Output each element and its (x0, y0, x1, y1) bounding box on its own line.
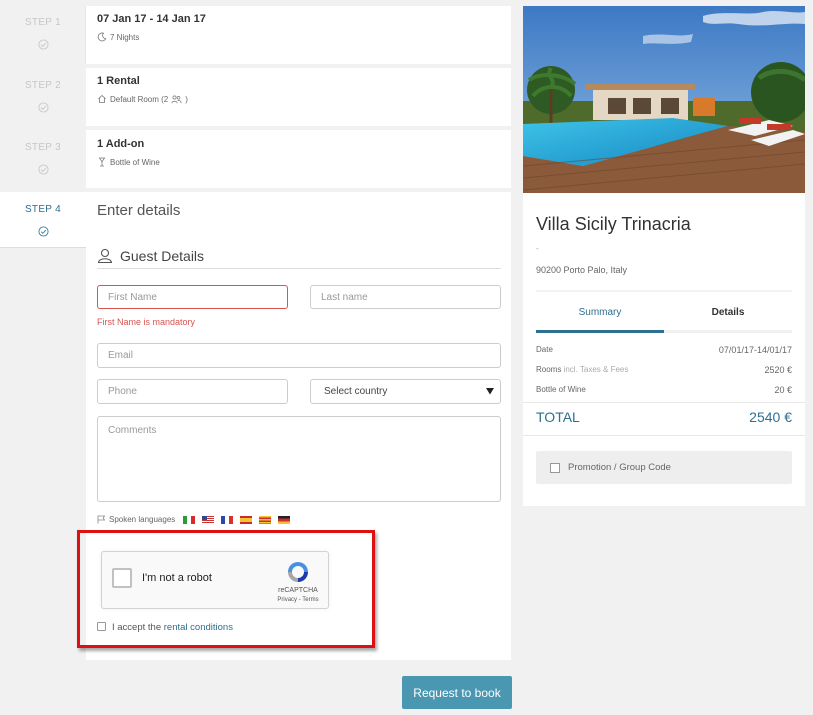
step-3-card[interactable]: 1 Add-on Bottle of Wine (86, 130, 511, 188)
step-4-check-icon (0, 224, 86, 242)
total-top-divider (523, 402, 805, 403)
recaptcha-logo-icon (288, 562, 308, 582)
spoken-languages-label: Spoken languages (109, 515, 176, 524)
step-3-subtitle-row: Bottle of Wine (97, 157, 160, 167)
step-2-check-icon (0, 100, 86, 118)
step-1-subtitle-row: 7 Nights (97, 32, 139, 42)
comments-textarea[interactable]: Comments (97, 416, 501, 502)
step-1-label-box (0, 6, 86, 64)
flag-germany-icon (278, 515, 291, 524)
spoken-languages-row: Spoken languages (97, 515, 291, 524)
property-name: Villa Sicily Trinacria (536, 214, 691, 234)
step-2-title: 1 Rental (97, 75, 140, 87)
step-2-card[interactable]: 1 Rental Default Room (2 ) (86, 68, 511, 126)
step-3-subtitle: Bottle of Wine (110, 157, 160, 167)
rooms-value: 2520 € (764, 365, 792, 375)
rental-conditions-link[interactable]: rental conditions (164, 622, 233, 633)
recaptcha-widget[interactable]: I'm not a robot reCAPTCHA Privacy - Term… (101, 551, 329, 609)
flag-spain-icon (240, 515, 253, 524)
promo-label: Promotion / Group Code (568, 462, 671, 473)
address-divider (536, 290, 792, 292)
step-1-title: 07 Jan 17 - 14 Jan 17 (97, 13, 206, 25)
date-value: 07/01/17-14/01/17 (718, 345, 792, 355)
tab-summary[interactable]: Summary (536, 307, 664, 318)
house-icon (98, 94, 106, 103)
step-4-label: STEP 4 (24, 204, 62, 215)
step-2-subtitle: Default Room (2 (110, 94, 169, 104)
terms-prefix: I accept the (112, 622, 162, 633)
summary-wine-row: Bottle of Wine 20 € (536, 385, 792, 395)
property-dash: - (536, 244, 539, 253)
guests-icon (171, 95, 182, 103)
flag-outline-icon (97, 515, 106, 524)
moon-icon (97, 32, 107, 42)
rooms-note: incl. Taxes & Fees (563, 365, 629, 374)
step-1-card[interactable]: 07 Jan 17 - 14 Jan 17 7 Nights (86, 6, 511, 64)
step-3-check-icon (0, 162, 86, 180)
country-select-value: Select country (324, 386, 388, 397)
step-4-title: Enter details (97, 202, 181, 219)
step-1-check-icon (0, 37, 86, 55)
recaptcha-label: I'm not a robot (142, 572, 212, 584)
step-2-subtitle-row: Default Room (2 ) (97, 94, 188, 104)
step-2-label: STEP 2 (24, 80, 62, 91)
tab-active-indicator (536, 330, 664, 333)
property-address: 90200 Porto Palo, Italy (536, 265, 628, 275)
step-2-subtitle-suffix: ) (185, 94, 188, 104)
phone-input[interactable]: Phone (97, 379, 288, 404)
recaptcha-checkbox[interactable] (112, 568, 132, 588)
step-1-label: STEP 1 (24, 17, 62, 28)
total-value: 2540 € (749, 409, 792, 425)
flag-italy-icon (183, 515, 196, 524)
step-3-title: 1 Add-on (97, 138, 145, 150)
total-label: TOTAL (536, 409, 580, 425)
recaptcha-links[interactable]: Privacy - Terms (270, 597, 326, 603)
flag-usa-icon (202, 515, 215, 524)
property-panel: Villa Sicily Trinacria - 90200 Porto Pal… (523, 6, 805, 506)
terms-checkbox[interactable] (97, 622, 106, 631)
villa-photo (523, 6, 805, 193)
tab-details[interactable]: Details (664, 307, 792, 318)
summary-total-row: TOTAL 2540 € (536, 409, 792, 425)
summary-rooms-row: Rooms incl. Taxes & Fees 2520 € (536, 365, 792, 375)
first-name-error: First Name is mandatory (97, 317, 196, 327)
dropdown-arrow-icon (486, 388, 494, 395)
promo-code-toggle[interactable]: Promotion / Group Code (536, 451, 792, 484)
step-1-subtitle: 7 Nights (110, 32, 140, 42)
guest-details-title: Guest Details (120, 248, 205, 264)
promo-checkbox[interactable] (550, 462, 560, 473)
last-name-input[interactable]: Last name (310, 285, 501, 309)
flag-catalonia-icon (259, 515, 272, 524)
guest-details-heading: Guest Details (97, 248, 204, 264)
guest-details-divider (97, 268, 501, 269)
first-name-input[interactable]: First Name (97, 285, 288, 309)
wine-label: Bottle of Wine (536, 385, 586, 394)
wine-glass-icon (98, 157, 106, 167)
rooms-label: Rooms (536, 365, 562, 374)
date-label: Date (536, 345, 553, 354)
flag-france-icon (221, 515, 234, 524)
user-icon (97, 248, 113, 264)
wine-value: 20 € (774, 385, 792, 395)
terms-row: I accept the rental conditions (112, 622, 233, 633)
country-select[interactable]: Select country (310, 379, 501, 404)
total-bottom-divider (523, 435, 805, 436)
recaptcha-brand: reCAPTCHA (278, 587, 318, 594)
request-to-book-button[interactable]: Request to book (402, 676, 512, 709)
step-3-label: STEP 3 (24, 142, 62, 153)
summary-date-row: Date 07/01/17-14/01/17 (536, 345, 792, 355)
email-input[interactable]: Email (97, 343, 501, 368)
